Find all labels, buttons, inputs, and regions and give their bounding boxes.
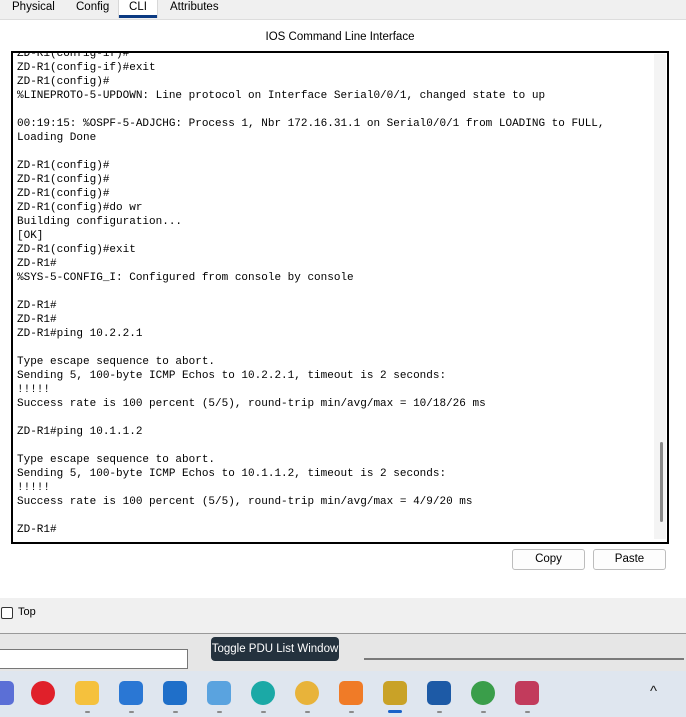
horizontal-scrollbar[interactable] (364, 658, 684, 660)
packet-tracer-icon[interactable] (383, 681, 407, 705)
running-app-indicator (525, 711, 530, 713)
tab-config[interactable]: Config (76, 0, 109, 18)
chevron-up-icon[interactable]: ^ (650, 683, 657, 700)
tab-physical[interactable]: Physical (12, 0, 55, 18)
toggle-pdu-list-button[interactable]: Toggle PDU List Window (211, 637, 339, 661)
opera-icon[interactable] (31, 681, 55, 705)
running-app-indicator (261, 711, 266, 713)
app-partial-icon[interactable] (0, 681, 14, 705)
virtualbox-icon[interactable] (427, 681, 451, 705)
edge-icon[interactable] (251, 681, 275, 705)
windows-taskbar: ^ (0, 671, 686, 717)
chrome-profile-2-icon[interactable] (471, 681, 495, 705)
running-app-indicator (481, 711, 486, 713)
cli-terminal[interactable]: ZD-R1(config-if)# ZD-R1(config-if)#exit … (11, 51, 669, 544)
running-app-indicator (217, 711, 222, 713)
snipping-tool-icon[interactable] (515, 681, 539, 705)
running-app-indicator (173, 711, 178, 713)
tab-attributes[interactable]: Attributes (170, 0, 219, 18)
xampp-icon[interactable] (339, 681, 363, 705)
file-explorer-icon[interactable] (75, 681, 99, 705)
running-app-indicator (85, 711, 90, 713)
tab-bar: Physical Config CLI Attributes (0, 0, 686, 19)
chrome-profile-icon[interactable] (295, 681, 319, 705)
paste-button[interactable]: Paste (593, 549, 666, 570)
running-app-indicator (349, 711, 354, 713)
running-app-indicator (129, 711, 134, 713)
cli-panel: IOS Command Line Interface ZD-R1(config-… (0, 19, 686, 598)
running-app-indicator (305, 711, 310, 713)
tab-cli[interactable]: CLI (118, 0, 158, 18)
photos-icon[interactable] (207, 681, 231, 705)
terminal-scrollbar-thumb[interactable] (660, 442, 663, 522)
copy-button[interactable]: Copy (512, 549, 585, 570)
running-app-indicator (437, 711, 442, 713)
active-app-indicator (388, 710, 402, 713)
mail-icon[interactable] (163, 681, 187, 705)
top-checkbox-label: Top (18, 606, 36, 618)
bottom-toolbar: Toggle PDU List Window (0, 633, 686, 671)
top-checkbox[interactable] (1, 607, 13, 619)
bottom-left-field[interactable] (0, 649, 188, 669)
panel-title: IOS Command Line Interface (265, 31, 415, 43)
terminal-output[interactable]: ZD-R1(config-if)# ZD-R1(config-if)#exit … (17, 53, 605, 537)
microsoft-store-icon[interactable] (119, 681, 143, 705)
